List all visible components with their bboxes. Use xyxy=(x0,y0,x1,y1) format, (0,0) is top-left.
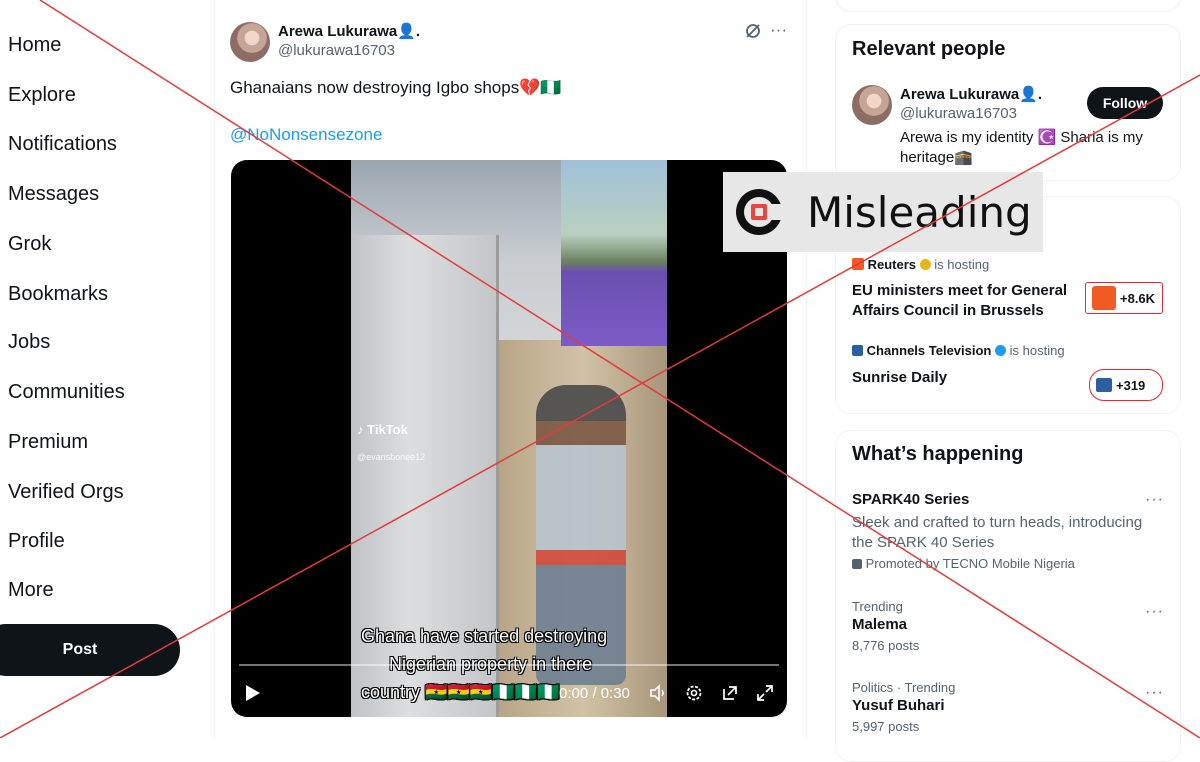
relevant-people-title: Relevant people xyxy=(852,38,1006,60)
trend-meta-3: 5,997 posts xyxy=(852,719,920,734)
trend-title-3: Yusuf Buhari xyxy=(852,697,945,714)
video-caption-line-1: Ghana have started destroying xyxy=(361,626,608,646)
space-host-row-2: Channels Television is hosting xyxy=(852,343,1065,358)
channels-logo-icon xyxy=(852,345,863,356)
space-hosting-label-2: is hosting xyxy=(1009,343,1065,358)
space-hosting-label-1: is hosting xyxy=(934,257,990,272)
search-card xyxy=(835,0,1181,12)
space-host-2[interactable]: Channels Television xyxy=(867,343,992,358)
video-inset-person xyxy=(561,160,667,346)
space-listeners-button-2[interactable]: +319 xyxy=(1089,369,1163,401)
relevant-handle[interactable]: @lukurawa16703 xyxy=(900,105,1017,122)
space-title-1[interactable]: EU ministers meet for General Affairs Co… xyxy=(852,281,1067,321)
promoted-label: Promoted by TECNO Mobile Nigeria xyxy=(852,556,1164,571)
nav-communities[interactable]: Communities xyxy=(8,381,125,404)
relevant-bio-line-1: Arewa is my identity ☪️ Sharia is my xyxy=(900,129,1143,146)
whats-happening-card: What’s happening SPARK40 Series ··· Slee… xyxy=(835,430,1181,762)
relevant-people-card: Relevant people Arewa Lukurawa👤. @lukura… xyxy=(835,24,1181,181)
more-options-icon[interactable]: ··· xyxy=(1145,684,1164,702)
verified-gold-icon xyxy=(919,259,931,270)
space-title-1-line-2: Affairs Council in Brussels xyxy=(852,302,1044,319)
nav-verified-orgs[interactable]: Verified Orgs xyxy=(8,481,124,504)
more-options-icon[interactable]: ··· xyxy=(1145,603,1164,621)
space-avatar-icon-1 xyxy=(1092,286,1116,310)
trend-meta-2: 8,776 posts xyxy=(852,638,920,653)
space-listeners-button-1[interactable]: +8.6K xyxy=(1085,282,1163,314)
relevant-name[interactable]: Arewa Lukurawa👤. xyxy=(900,85,1042,103)
relevant-avatar[interactable] xyxy=(852,85,892,125)
space-count-1: +8.6K xyxy=(1120,290,1156,306)
author-name[interactable]: Arewa Lukurawa👤. xyxy=(278,22,420,40)
more-options-icon[interactable]: ··· xyxy=(770,20,787,40)
space-title-2[interactable]: Sunrise Daily xyxy=(852,369,947,386)
author-avatar[interactable] xyxy=(230,22,270,62)
nav-messages[interactable]: Messages xyxy=(8,183,99,206)
video-player[interactable]: ♪ TikTok @evansbonee12 Ghana have starte… xyxy=(231,160,787,717)
nav-profile[interactable]: Profile xyxy=(8,530,65,553)
trend-title-2: Malema xyxy=(852,616,908,633)
author-handle[interactable]: @lukurawa16703 xyxy=(278,42,395,59)
follow-button[interactable]: Follow xyxy=(1087,87,1163,119)
space-count-2: +319 xyxy=(1116,377,1146,393)
trend-item-promoted[interactable]: SPARK40 Series ··· Sleek and crafted to … xyxy=(852,491,1164,581)
tiktok-username: @evansbonee12 xyxy=(357,452,426,462)
left-nav: Home Explore Notifications Messages Grok… xyxy=(0,0,212,738)
video-time: 0:00 / 0:30 xyxy=(559,685,630,702)
tiktok-watermark: ♪ TikTok xyxy=(357,422,408,437)
trend-item-yusuf-buhari[interactable]: Politics · Trending Yusuf Buhari 5,997 p… xyxy=(852,680,1164,740)
verified-blue-icon xyxy=(995,345,1006,356)
trend-item-malema[interactable]: Trending Malema 8,776 posts ··· xyxy=(852,599,1164,659)
tiktok-watermark-label: TikTok xyxy=(367,422,408,437)
trend-context-2: Trending xyxy=(852,599,903,614)
nav-grok[interactable]: Grok xyxy=(8,233,51,256)
space-avatar-icon-2 xyxy=(1096,378,1112,392)
mention-link[interactable]: @NoNonsensezone xyxy=(230,125,382,145)
nav-jobs[interactable]: Jobs xyxy=(8,331,50,354)
space-host-1[interactable]: Reuters xyxy=(868,257,916,272)
nav-bookmarks[interactable]: Bookmarks xyxy=(8,283,108,306)
trend-title-1: SPARK40 Series xyxy=(852,491,970,508)
nav-home[interactable]: Home xyxy=(8,34,61,57)
video-progress-bar[interactable] xyxy=(239,664,779,666)
grok-icon[interactable] xyxy=(744,22,762,45)
space-host-row-1: Reuters is hosting xyxy=(852,257,989,272)
nav-premium[interactable]: Premium xyxy=(8,431,88,454)
divider-right xyxy=(806,0,807,738)
more-options-icon[interactable]: ··· xyxy=(1145,491,1164,509)
trend-desc-1-line-1: Sleek and crafted to turn heads, introdu… xyxy=(852,514,1143,531)
promoted-text: Promoted by TECNO Mobile Nigeria xyxy=(865,556,1075,571)
reuters-logo-icon xyxy=(852,258,864,270)
video-caption-line-3: country 🇬🇭🇬🇭🇬🇭🇳🇬🇳🇬🇳🇬 xyxy=(361,682,560,702)
trend-desc-1: Sleek and crafted to turn heads, introdu… xyxy=(852,513,1164,553)
tweet-text: Ghanaians now destroying Igbo shops💔🇳🇬 xyxy=(230,78,562,97)
settings-icon[interactable] xyxy=(685,684,703,707)
pop-out-icon[interactable] xyxy=(721,684,739,707)
relevant-bio-line-2: heritage🕋 xyxy=(900,149,973,166)
nav-more[interactable]: More xyxy=(8,579,54,602)
misleading-label: Misleading xyxy=(807,187,1032,237)
tweet: Arewa Lukurawa👤. @lukurawa16703 ··· Ghan… xyxy=(214,0,806,738)
play-icon[interactable] xyxy=(245,684,261,707)
space-title-1-line-1: EU ministers meet for General xyxy=(852,282,1068,299)
post-button[interactable]: Post xyxy=(0,624,180,676)
fact-check-logo-icon xyxy=(733,186,785,238)
whats-happening-title: What’s happening xyxy=(852,443,1024,465)
nav-notifications[interactable]: Notifications xyxy=(8,133,117,156)
trend-context-3: Politics · Trending xyxy=(852,680,956,695)
volume-icon[interactable] xyxy=(649,684,667,707)
trend-desc-1-line-2: the SPARK 40 Series xyxy=(852,534,995,551)
fullscreen-icon[interactable] xyxy=(756,684,774,707)
promoted-icon xyxy=(852,559,862,569)
nav-explore[interactable]: Explore xyxy=(8,84,76,107)
misleading-badge: Misleading xyxy=(723,172,1043,252)
